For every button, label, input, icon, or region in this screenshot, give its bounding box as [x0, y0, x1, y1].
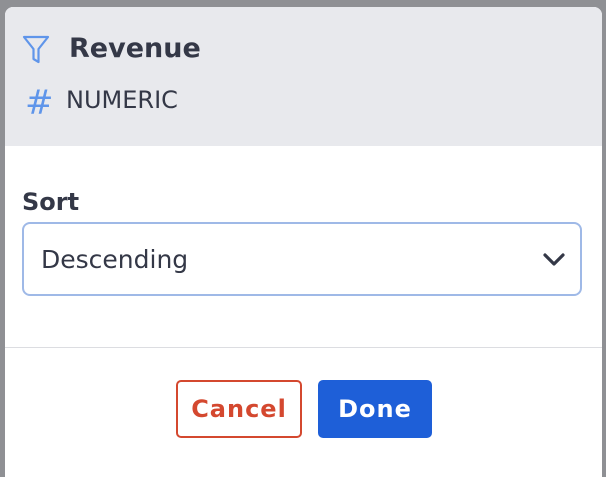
panel-header: Revenue # NUMERIC: [5, 7, 602, 146]
hash-icon: #: [25, 83, 54, 123]
cancel-button[interactable]: Cancel: [176, 380, 302, 438]
footer-divider: [5, 347, 602, 348]
chevron-down-icon: [542, 252, 566, 268]
sort-label: Sort: [22, 188, 80, 216]
column-settings-panel: Revenue # NUMERIC Sort Descending Cancel…: [5, 7, 602, 477]
sort-select[interactable]: Descending: [22, 222, 582, 296]
filter-icon[interactable]: [22, 35, 50, 65]
column-type-label: NUMERIC: [66, 86, 178, 114]
done-button[interactable]: Done: [318, 380, 432, 438]
column-title: Revenue: [69, 33, 201, 64]
sort-selected-value: Descending: [41, 245, 189, 274]
